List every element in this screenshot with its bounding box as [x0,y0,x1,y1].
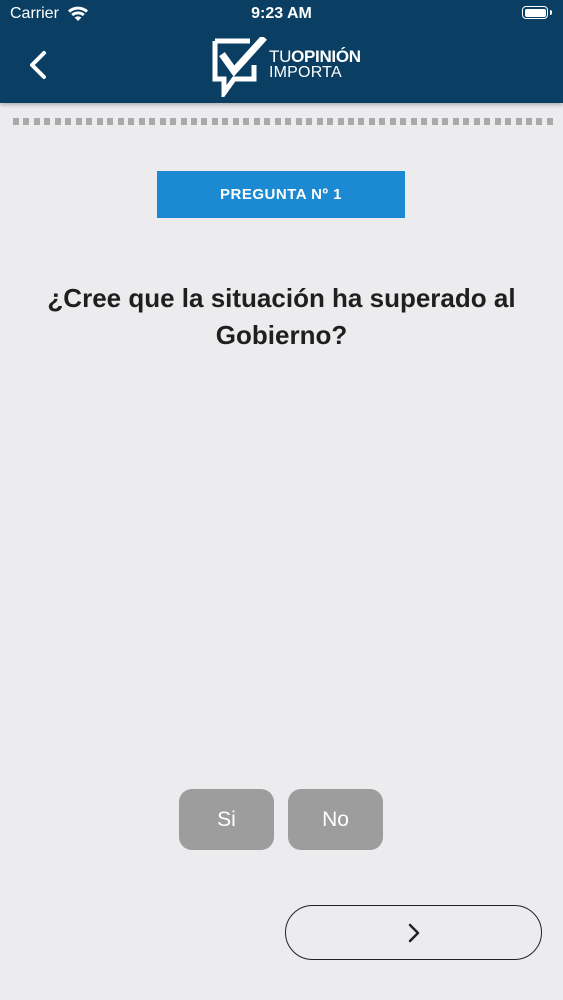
progress-dot [23,118,30,125]
chevron-left-icon [30,51,46,79]
progress-dot [149,118,156,125]
progress-dot [75,118,82,125]
answer-no-button[interactable]: No [288,789,383,850]
app-logo: TUOPINIÓN IMPORTA [212,37,361,97]
progress-dot [421,118,428,125]
progress-dot [337,118,344,125]
progress-dot [107,118,114,125]
progress-dot [65,118,72,125]
status-bar: Carrier 9:23 AM [0,0,563,30]
progress-dot [473,118,480,125]
logo-text-importa: IMPORTA [269,64,342,81]
progress-dot [33,118,40,125]
chevron-right-icon [408,923,419,942]
status-time: 9:23 AM [251,5,312,22]
progress-dot [525,118,532,125]
progress-dot [44,118,51,125]
progress-dot [295,118,302,125]
progress-dot [358,118,365,125]
progress-dot [546,118,553,125]
progress-dot [243,118,250,125]
progress-dot [327,118,334,125]
progress-dot [222,118,229,125]
progress-dot [211,118,218,125]
answer-si-button[interactable]: Si [179,789,274,850]
progress-dot [170,118,177,125]
question-number-badge: PREGUNTA Nº 1 [157,171,405,218]
progress-dot [389,118,396,125]
progress-dot [159,118,166,125]
app-header: Carrier 9:23 AM TUOPINIÓN IMPORTA [0,0,563,103]
back-button[interactable] [24,48,54,82]
progress-dot [253,118,260,125]
progress-dot [442,118,449,125]
progress-dot [348,118,354,125]
progress-dot [264,118,271,125]
progress-dot [274,118,281,125]
progress-dot [431,118,438,125]
progress-dot [452,118,459,125]
progress-dot [316,118,323,125]
progress-dot [306,118,313,125]
progress-dot [232,118,239,125]
progress-dot [180,118,187,125]
progress-dot [379,118,386,125]
progress-dot [494,118,501,125]
progress-dot [86,118,93,125]
progress-dot [117,118,124,125]
progress-dot [54,118,61,125]
progress-dot [138,118,145,125]
progress-dot [96,118,103,125]
progress-dot [484,118,491,125]
progress-dot [201,118,208,125]
progress-dot [410,118,417,125]
progress-dot [128,118,135,125]
progress-dot [285,118,292,125]
progress-dot [463,118,470,125]
question-text: ¿Cree que la situación ha superado al Go… [47,283,516,350]
battery-icon [522,6,552,19]
progress-dot [13,118,19,125]
progress-dot [536,118,543,125]
progress-dot [368,118,375,125]
progress-dot [505,118,512,125]
progress-indicator [13,118,553,126]
progress-dot [515,118,522,125]
next-button[interactable] [285,905,542,960]
checkbox-check-logo-icon [212,37,267,97]
progress-dot [190,118,197,125]
progress-dot [400,118,407,125]
